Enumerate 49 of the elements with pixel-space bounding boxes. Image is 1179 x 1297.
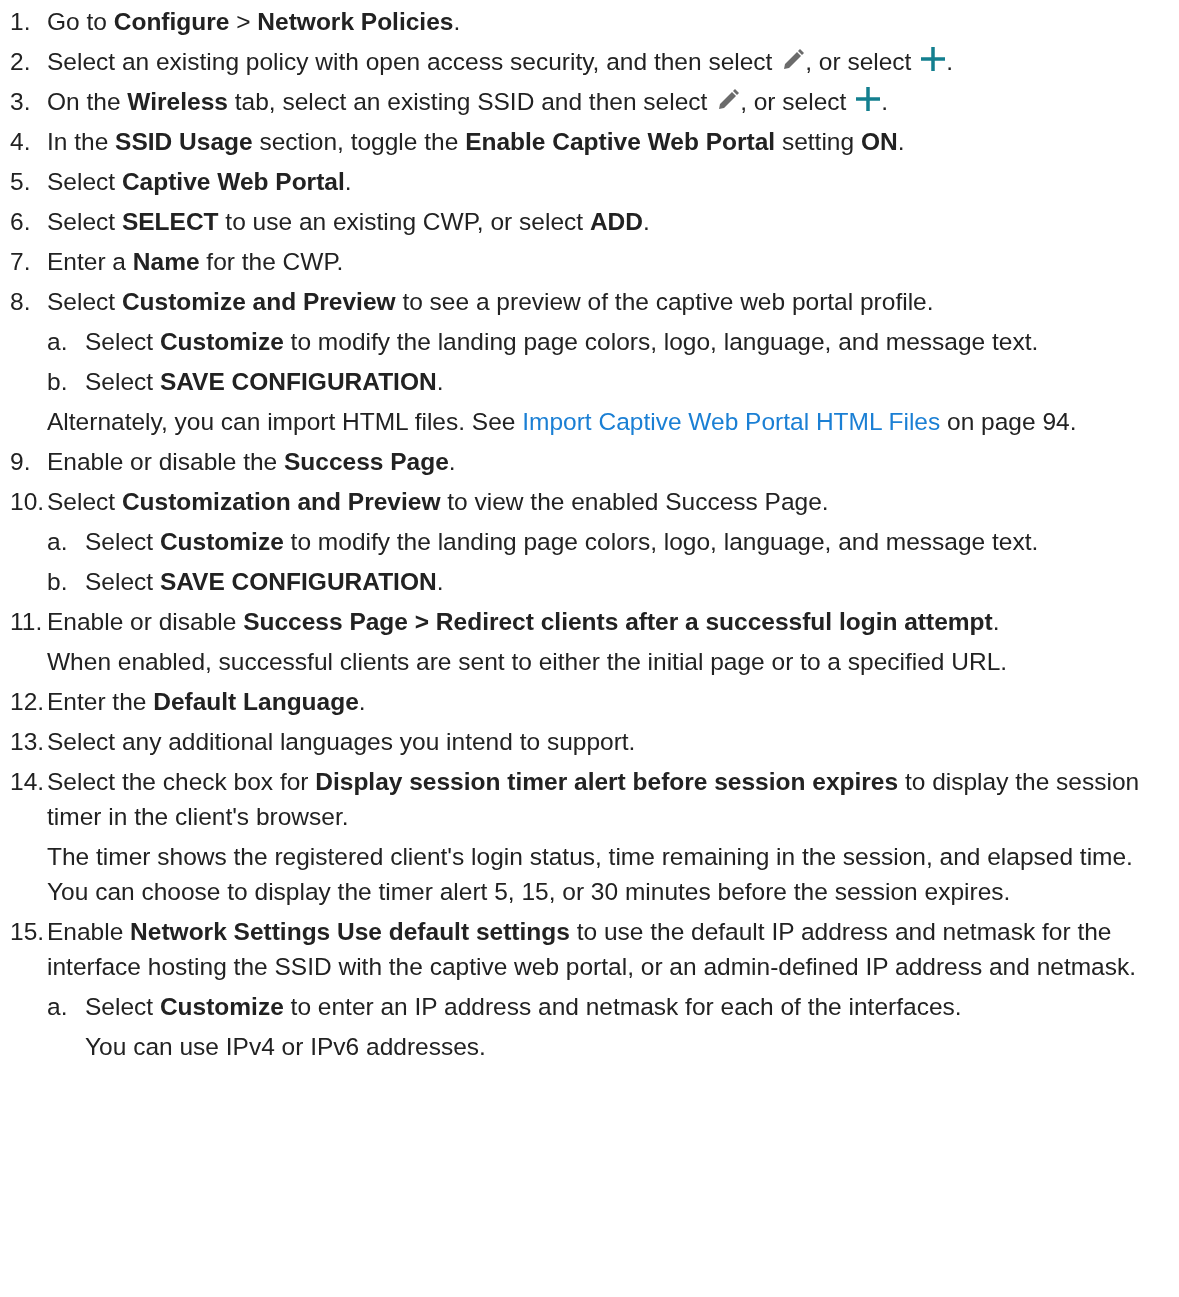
- step-text: Enable or disable the Success Page.: [47, 447, 457, 477]
- step-text: Enter a Name for the CWP.: [47, 247, 345, 277]
- note-text: You can use IPv4 or IPv6 addresses.: [85, 1032, 487, 1062]
- plus-icon: [855, 86, 882, 112]
- step-text: Go to Configure > Network Policies.: [47, 7, 462, 37]
- step-text: Enable or disable Success Page > Redirect clients after a successful login attempt.: [47, 607, 1001, 637]
- step-number: 1.: [10, 7, 32, 37]
- step-text: On the Wireless tab, select an existing SSID and then select , or select .: [47, 85, 889, 117]
- substep-letter: a.: [47, 992, 69, 1022]
- step-number: 6.: [10, 207, 32, 237]
- step-number: 9.: [10, 447, 32, 477]
- substep-text: Select SAVE CONFIGURATION.: [85, 567, 445, 597]
- step-text: Select any additional languages you intend to support.: [47, 727, 637, 757]
- substep-text: Select SAVE CONFIGURATION.: [85, 367, 445, 397]
- substep-letter: b.: [47, 367, 69, 397]
- step-number: 15.: [10, 917, 46, 947]
- step-text: Select Customization and Preview to view the enabled Success Page.: [47, 487, 830, 517]
- step-text: Select Customize and Preview to see a preview of the captive web portal profile.: [47, 287, 935, 317]
- substep-text: Select Customize to enter an IP address and netmask for each of the interfaces.: [85, 992, 963, 1022]
- step-text: Select the check box for Display session timer alert before session expires to display the session timer in the client's browser.: [47, 767, 1141, 832]
- step-text: Enter the Default Language.: [47, 687, 367, 717]
- plus-icon: [920, 46, 947, 72]
- step-number: 7.: [10, 247, 32, 277]
- step-number: 13.: [10, 727, 46, 757]
- step-number: 2.: [10, 47, 32, 77]
- step-text: Select Captive Web Portal.: [47, 167, 353, 197]
- step-number: 10.: [10, 487, 46, 517]
- step-text: Select an existing policy with open access security, and then select , or select .: [47, 45, 955, 77]
- step-text: Enable Network Settings Use default settings to use the default IP address and netmask for the interface hosting the SSID with the captive web portal, or an admin-defined IP address and netmask.: [47, 917, 1138, 982]
- pencil-icon: [716, 88, 741, 112]
- pencil-icon: [781, 48, 806, 72]
- note-text: When enabled, successful clients are sent to either the initial page or to a specified URL.: [47, 647, 1009, 677]
- step-text: In the SSID Usage section, toggle the Enable Captive Web Portal setting ON.: [47, 127, 906, 157]
- note-text: The timer shows the registered client's login status, time remaining in the session, and elapsed time. You can choose to display the timer alert 5, 15, or 30 minutes before the session expires.: [47, 842, 1134, 907]
- substep-text: Select Customize to modify the landing page colors, logo, language, and message text.: [85, 527, 1040, 557]
- substep-text: Select Customize to modify the landing page colors, logo, language, and message text.: [85, 327, 1040, 357]
- step-number: 12.: [10, 687, 46, 717]
- step-text: Select SELECT to use an existing CWP, or select ADD.: [47, 207, 651, 237]
- substep-letter: a.: [47, 327, 69, 357]
- doc-link[interactable]: Import Captive Web Portal HTML Files: [522, 408, 941, 435]
- substep-letter: a.: [47, 527, 69, 557]
- step-number: 3.: [10, 87, 32, 117]
- step-number: 14.: [10, 767, 46, 797]
- step-number: 4.: [10, 127, 32, 157]
- substep-letter: b.: [47, 567, 69, 597]
- step-number: 11.: [10, 607, 44, 637]
- step-number: 8.: [10, 287, 32, 317]
- step-number: 5.: [10, 167, 32, 197]
- note-text: Alternately, you can import HTML files. See Import Captive Web Portal HTML Files on page 94.: [47, 407, 1078, 437]
